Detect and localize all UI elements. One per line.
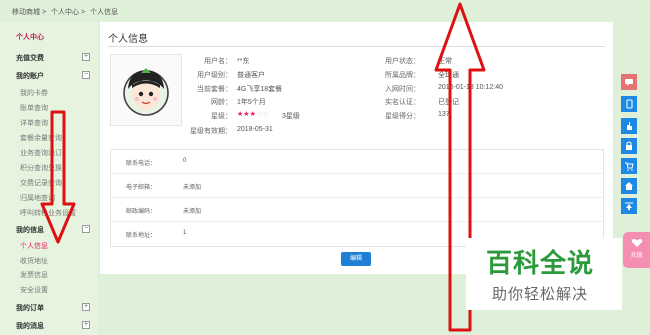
home-icon[interactable] xyxy=(621,178,637,194)
breadcrumb-current: 个人信息 xyxy=(90,9,118,16)
sidebar-item-payments[interactable]: 交费记录查询 xyxy=(20,178,62,188)
address-label: 联系地址： xyxy=(125,233,156,239)
sidebar-item-business[interactable]: 业务查询退订 xyxy=(20,148,62,158)
watermark-title: 百科全说 xyxy=(486,248,595,278)
breadcrumb: 移动商城 > 个人中心 > 个人信息 xyxy=(12,7,121,17)
status-label: 用户状态： xyxy=(385,58,420,65)
contact-table: 联系电话： 0 电子邮箱： 未添加 邮政编码： 未添加 联系地址： 1 xyxy=(110,149,604,247)
phone-label: 联系电话： xyxy=(125,161,156,167)
sidebar-item-security[interactable]: 安全设置 xyxy=(20,285,48,295)
status-value: 正常 xyxy=(438,58,452,65)
zipcode-value: 未添加 xyxy=(183,209,202,215)
expand-icon[interactable]: + xyxy=(82,303,90,311)
table-row: 邮政编码： 未添加 xyxy=(111,198,603,222)
sidebar-item-account[interactable]: 我的账户 xyxy=(16,71,44,81)
email-value: 未添加 xyxy=(183,185,202,191)
plan-label: 当前套餐： xyxy=(197,86,232,93)
join-value: 2016-01-13 10:12:40 xyxy=(438,84,503,91)
level-value: 普通客户 xyxy=(237,72,265,79)
charge-badge[interactable]: 充值 xyxy=(623,232,650,268)
sidebar-item-recharge[interactable]: 充值交费 xyxy=(16,53,44,63)
sidebar-item-bill[interactable]: 账单查询 xyxy=(20,103,48,113)
email-label: 电子邮箱： xyxy=(125,185,156,191)
brand-value: 全球通 xyxy=(438,72,459,79)
sidebar-item-points[interactable]: 积分查询兑换 xyxy=(20,163,62,173)
sidebar-item-location[interactable]: 归属地查询 xyxy=(20,193,55,203)
username-value: **东 xyxy=(237,58,250,65)
star-empty-icon: ☆ xyxy=(262,111,269,118)
join-label: 入网时间： xyxy=(385,86,420,93)
star-label: 星级： xyxy=(211,113,232,120)
sidebar: 个人中心 充值交费 + 我的账户 − 我的卡券 账单查询 详单查询 套餐余量查询… xyxy=(0,22,98,335)
sidebar-item-detail[interactable]: 详单查询 xyxy=(20,118,48,128)
sidebar-item-info[interactable]: 我的信息 xyxy=(16,225,44,235)
heart-icon xyxy=(631,239,642,247)
collapse-icon[interactable]: − xyxy=(82,71,90,79)
sidebar-item-forward[interactable]: 呼叫转移业务设置 xyxy=(20,208,76,218)
main-panel: 个人信息 用户名： **东 用户级别： 普通客户 当前套餐： 4G飞享18套餐 … xyxy=(100,22,613,274)
username-label: 用户名： xyxy=(204,58,232,65)
star-rating: ★★★☆☆ xyxy=(237,110,268,118)
brand-label: 所属品牌： xyxy=(385,72,420,79)
sidebar-item-orders[interactable]: 我的订单 xyxy=(16,303,44,313)
charge-label: 充值 xyxy=(630,253,643,259)
zipcode-label: 邮政编码： xyxy=(125,209,156,215)
level-label: 用户级别： xyxy=(197,72,232,79)
star-expire-value: 2018-05-31 xyxy=(237,126,273,133)
sidebar-item-personal-info[interactable]: 个人信息 xyxy=(20,241,48,251)
avatar-icon xyxy=(123,68,169,116)
realname-value: 已登记 xyxy=(438,99,459,106)
cart-icon[interactable] xyxy=(621,158,637,174)
expand-icon[interactable]: + xyxy=(82,321,90,329)
sidebar-item-address[interactable]: 收货地址 xyxy=(20,256,48,266)
divider xyxy=(108,46,605,47)
phone-value: 0 xyxy=(183,158,187,164)
sidebar-item-messages[interactable]: 我的消息 xyxy=(16,321,44,331)
sidebar-item-coupons[interactable]: 我的卡券 xyxy=(20,88,48,98)
realname-label: 实名认证： xyxy=(385,99,420,106)
sidebar-title[interactable]: 个人中心 xyxy=(16,32,44,42)
age-label: 网龄： xyxy=(211,99,232,106)
score-label: 星级得分： xyxy=(385,113,420,120)
sidebar-item-invoice[interactable]: 发票信息 xyxy=(20,270,48,280)
expand-icon[interactable]: + xyxy=(82,53,90,61)
star-expire-label: 星级有效期： xyxy=(190,128,232,135)
top-icon[interactable] xyxy=(621,198,637,214)
page-title: 个人信息 xyxy=(108,34,148,45)
age-value: 1年5个月 xyxy=(237,99,266,106)
edit-button[interactable]: 编辑 xyxy=(341,252,371,266)
table-row: 电子邮箱： 未添加 xyxy=(111,174,603,198)
message-icon[interactable] xyxy=(621,74,637,90)
watermark-subtitle: 助你轻松解决 xyxy=(492,286,589,303)
plan-value: 4G飞享18套餐 xyxy=(237,86,283,93)
score-value: 137 xyxy=(438,111,450,118)
breadcrumb-home[interactable]: 移动商城 > xyxy=(12,9,46,16)
breadcrumb-center[interactable]: 个人中心 > xyxy=(51,9,85,16)
sidebar-item-usage[interactable]: 套餐余量查询 xyxy=(20,133,62,143)
star-text: 3星级 xyxy=(282,113,300,120)
hand-icon[interactable] xyxy=(621,118,637,134)
collapse-icon[interactable]: − xyxy=(82,225,90,233)
phone-icon[interactable] xyxy=(621,96,637,112)
table-row: 联系电话： 0 xyxy=(111,150,603,174)
address-value: 1 xyxy=(183,230,187,236)
lock-icon[interactable] xyxy=(621,138,637,154)
